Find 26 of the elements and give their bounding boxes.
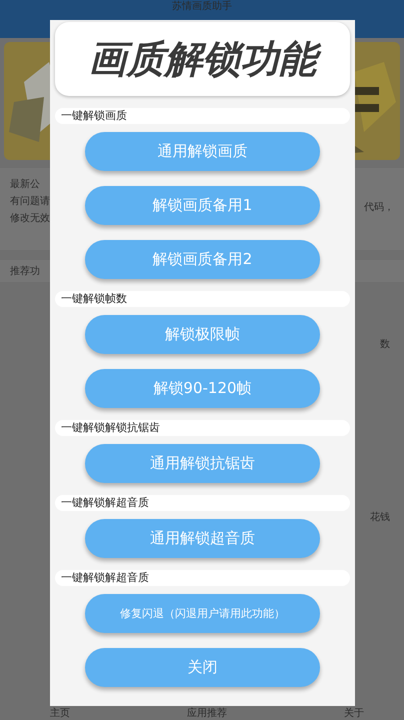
unlock-button[interactable]: 通用解锁超音质	[85, 519, 320, 558]
unlock-button[interactable]: 解锁画质备用1	[85, 186, 320, 225]
close-button[interactable]: 关闭	[85, 648, 320, 687]
unlock-button[interactable]: 解锁90-120帧	[85, 369, 320, 408]
nav-tab[interactable]: 关于	[344, 708, 364, 720]
section-label: 一键解锁帧数	[55, 291, 350, 307]
section-label: 一键解锁画质	[55, 108, 350, 124]
unlock-button[interactable]: 解锁画质备用2	[85, 240, 320, 279]
nav-tab[interactable]: 应用推荐	[187, 708, 227, 720]
unlock-button[interactable]: 通用解锁画质	[85, 132, 320, 171]
notice-text: 代码，	[364, 202, 394, 213]
section-title: 推荐功	[10, 264, 40, 278]
notice-text: 有问题请	[10, 195, 50, 208]
unlock-button[interactable]: 通用解锁抗锯齿	[85, 444, 320, 483]
section-label: 一键解锁解超音质	[55, 495, 350, 511]
nav-tab[interactable]: 主页	[50, 708, 70, 720]
app-title: 苏情画质助手	[172, 0, 232, 13]
grid-item-label: 数	[380, 338, 390, 351]
unlock-button[interactable]: 解锁极限帧	[85, 315, 320, 354]
notice-text: 修改无效	[10, 212, 50, 225]
unlock-button[interactable]: 修复闪退（闪退用户请用此功能）	[85, 594, 320, 633]
section-label: 一键解锁解锁抗锯齿	[55, 420, 350, 436]
dialog-title: 画质解锁功能	[55, 22, 350, 96]
grid-item-label: 花钱	[370, 511, 390, 524]
notice-title: 最新公	[10, 178, 41, 191]
section-label: 一键解锁解超音质	[55, 570, 350, 586]
